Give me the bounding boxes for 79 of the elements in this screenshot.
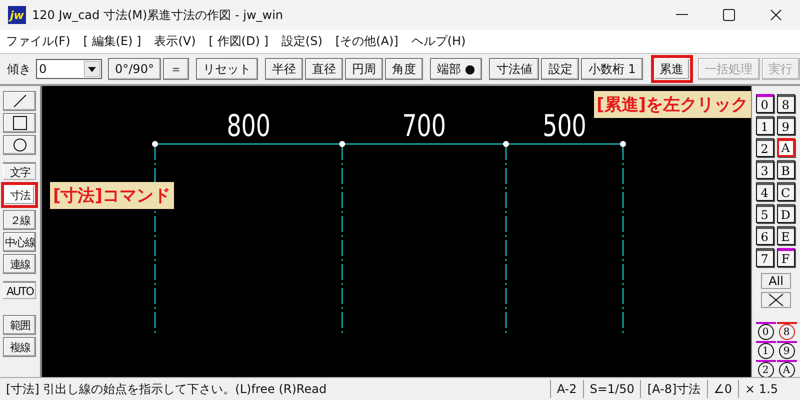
layer-button[interactable]: 0 [756,94,774,113]
toolbar-button[interactable]: 直径 [304,58,343,80]
layer-group-button[interactable]: A [776,360,797,378]
layer-button[interactable]: 2 [756,138,774,157]
layer-button[interactable]: B [776,160,795,179]
menu-item[interactable]: [ 作図(D) ] [208,33,268,50]
layer-button[interactable]: 4 [756,182,774,201]
menu-item[interactable]: 設定(S) [281,33,322,50]
status-field: × 1.5 [738,380,784,398]
layer-button[interactable]: 8 [776,94,795,113]
status-field: [A-8]寸法 [640,380,707,398]
tool-button[interactable]: 複線 [3,337,36,357]
dropdown-arrow-icon[interactable] [84,61,100,77]
angle-combo[interactable]: 0 [36,59,102,79]
layer-button[interactable]: 7 [756,248,774,267]
minimize-icon[interactable] [676,14,688,16]
layer-button[interactable]: 6 [756,226,774,245]
tool-button[interactable]: 寸法 [1,182,38,208]
point-marker [502,141,509,147]
tool-button[interactable]: 中心線 [3,232,36,252]
callout-label: [寸法]コマンド [50,182,174,209]
menu-item[interactable]: ヘルプ(H) [411,33,466,50]
square-icon [10,115,29,131]
maximize-icon[interactable] [723,9,735,21]
toolbar-button[interactable]: 半径 [264,58,303,80]
toolbar-button[interactable]: 角度 [384,58,423,80]
circle-icon [10,137,29,153]
layer-button[interactable]: 5 [756,204,774,223]
tool-button[interactable]: 範囲 [3,315,36,335]
dimension-value: 700 [402,108,446,144]
all-layers-button[interactable]: All [761,273,792,289]
layer-group-button[interactable]: 1 [756,341,776,359]
point-marker [339,141,346,147]
layer-button[interactable]: 9 [776,116,795,135]
close-icon[interactable] [761,292,792,308]
status-message: [寸法] 引出し線の始点を指示して下さい。(L)free (R)Read [5,380,328,398]
point-marker [152,141,158,147]
toolbar-button[interactable]: 小数桁 1 [581,58,643,80]
status-field: S=1/50 [582,380,640,398]
layer-button[interactable]: C [776,182,795,201]
toolbar-button[interactable]: 累進 [650,55,693,83]
layer-button[interactable]: 3 [756,160,774,179]
app-logo-icon: jw [8,6,26,24]
toolbar-button[interactable]: 寸法値 [489,58,540,80]
menu-item[interactable]: 表示(V) [154,33,196,50]
line-tool-button[interactable] [3,91,36,111]
angle-label: 傾き [7,60,31,78]
callout-label: [累進]を左クリック [594,91,752,118]
layer-group-button[interactable]: 8 [776,322,797,340]
status-field: ∠0 [706,380,738,398]
dimension-value: 800 [226,108,270,144]
point-marker [620,141,626,147]
layer-button[interactable]: F [776,248,795,267]
status-field: A-2 [550,380,583,398]
layer-group-button[interactable]: 9 [776,341,797,359]
window-title: 120 Jw_cad 寸法(M)累進寸法の作図 - jw_win [32,6,284,24]
layer-group-button[interactable]: 2 [756,360,776,378]
layer-button[interactable]: A [776,138,795,157]
menu-item[interactable]: [ 編集(E) ] [83,33,142,50]
layer-button[interactable]: D [776,204,795,223]
layer-button[interactable]: E [776,226,795,245]
toolbar-button[interactable]: ＝ [162,58,189,80]
toolbar-button[interactable]: 円周 [344,58,383,80]
toolbar-button[interactable]: 0°/90° [108,58,161,80]
toolbar-button[interactable]: 端部 ● [430,58,482,80]
tool-button[interactable]: 連線 [3,254,36,274]
toolbar-button[interactable]: リセット [196,58,258,80]
circle-tool-button[interactable] [3,135,36,155]
tool-button[interactable]: ２線 [3,210,36,230]
menu-item[interactable]: [その他(A)] [335,33,398,50]
layer-button[interactable]: 1 [756,116,774,135]
close-icon[interactable] [770,9,782,21]
toolbar-button[interactable]: 設定 [541,58,580,80]
dimension-value: 500 [542,108,586,144]
menu-item[interactable]: ファイル(F) [6,33,70,50]
tool-button[interactable]: 文字 [3,162,36,180]
tool-button[interactable]: AUTO [3,281,36,299]
rectangle-tool-button[interactable] [3,113,36,133]
layer-group-button[interactable]: 0 [756,322,776,340]
